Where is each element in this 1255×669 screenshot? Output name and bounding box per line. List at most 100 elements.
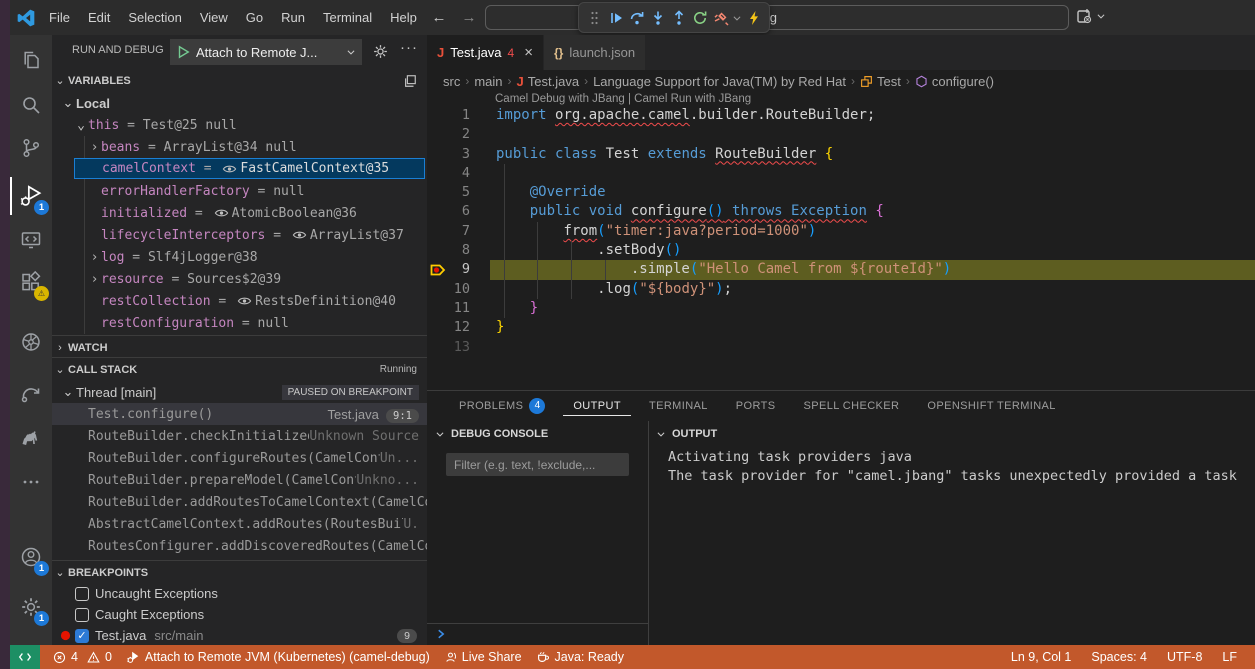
panel-tab-problems[interactable]: PROBLEMS4	[449, 394, 555, 418]
activity-extensions-icon[interactable]: ⚠	[10, 265, 52, 299]
menu-selection[interactable]: Selection	[119, 10, 190, 25]
thread-row[interactable]: ⌄Thread [main] PAUSED ON BREAKPOINT	[52, 381, 427, 403]
codelens-actions[interactable]: Camel Debug with JBang | Camel Run with …	[495, 93, 751, 105]
stack-frame-row[interactable]: Test.configure()Test.java 9:1	[52, 403, 427, 425]
debug-target-status[interactable]: Attach to Remote JVM (Kubernetes) (camel…	[119, 645, 437, 669]
launch-config-dropdown[interactable]: Attach to Remote J...	[170, 39, 362, 65]
activity-kubernetes-icon[interactable]	[10, 325, 52, 359]
cursor-position[interactable]: Ln 9, Col 1	[1001, 645, 1081, 669]
activity-more-icon[interactable]	[10, 465, 52, 499]
hot-code-replace-button[interactable]	[743, 5, 764, 31]
indentation-setting[interactable]: Spaces: 4	[1081, 645, 1157, 669]
restart-button[interactable]	[689, 5, 710, 31]
code-line-7[interactable]: 7 from("timer:java?period=1000")	[427, 222, 1255, 241]
panel-tab-output[interactable]: OUTPUT	[563, 396, 631, 416]
code-area[interactable]: 1import org.apache.camel.builder.RouteBu…	[427, 106, 1255, 357]
code-line-1[interactable]: 1import org.apache.camel.builder.RouteBu…	[427, 106, 1255, 125]
debug-console-title[interactable]: DEBUG CONSOLE	[451, 428, 548, 440]
remote-indicator[interactable]	[10, 645, 40, 669]
lazy-eval-eye-icon[interactable]	[237, 295, 252, 307]
command-center[interactable]: ebug	[485, 5, 1069, 30]
breadcrumb-item[interactable]: main	[474, 74, 502, 89]
menu-edit[interactable]: Edit	[79, 10, 119, 25]
editor-tab-launch-json[interactable]: {}launch.json	[544, 35, 646, 70]
code-line-12[interactable]: 12}	[427, 318, 1255, 337]
variables-scope-local[interactable]: ⌄Local	[52, 92, 427, 114]
collapse-all-icon[interactable]	[403, 74, 417, 88]
activity-search-icon[interactable]	[10, 88, 52, 122]
variable-row-beans[interactable]: ›beans = ArrayList@34 null	[52, 136, 427, 158]
menu-go[interactable]: Go	[237, 10, 272, 25]
code-line-10[interactable]: 10 .log("${body}");	[427, 280, 1255, 299]
debug-console-filter-input[interactable]	[446, 453, 629, 476]
variable-row-log[interactable]: ›log = Slf4jLogger@38	[52, 246, 427, 268]
views-more-actions-button[interactable]: ···	[400, 39, 418, 56]
activity-settings-icon[interactable]: 1	[10, 590, 52, 624]
nav-back-button[interactable]: ←	[428, 7, 450, 28]
variable-row-resource[interactable]: ›resource = Sources$2@39	[52, 268, 427, 290]
code-line-8[interactable]: 8 .setBody()	[427, 241, 1255, 260]
lazy-eval-eye-icon[interactable]	[292, 229, 307, 241]
breakpoint-checkbox[interactable]	[75, 608, 89, 622]
stack-frame-row[interactable]: RouteBuilder.configureRoutes(CamelContex…	[52, 447, 427, 469]
activity-openshift-icon[interactable]	[10, 376, 52, 410]
menu-help[interactable]: Help	[381, 10, 426, 25]
debug-settings-gear-icon[interactable]	[372, 43, 389, 60]
code-line-3[interactable]: 3public class Test extends RouteBuilder …	[427, 145, 1255, 164]
drag-grip-handle[interactable]	[584, 5, 605, 31]
panel-split-divider[interactable]	[648, 421, 649, 646]
activity-camel-icon[interactable]	[10, 420, 52, 454]
code-line-13[interactable]: 13	[427, 338, 1255, 357]
breakpoint-row[interactable]: ✓Test.javasrc/main9	[52, 625, 427, 645]
activity-run-and-debug-icon[interactable]: 1	[10, 179, 52, 213]
menu-view[interactable]: View	[191, 10, 237, 25]
panel-tab-openshift-terminal[interactable]: OPENSHIFT TERMINAL	[917, 396, 1065, 416]
breadcrumb[interactable]: src›main›JTest.java›Language Support for…	[427, 70, 1255, 92]
stack-frame-row[interactable]: RouteBuilder.checkInitialized()Unknown S…	[52, 425, 427, 447]
encoding-setting[interactable]: UTF-8	[1157, 645, 1212, 669]
step-into-button[interactable]	[647, 5, 668, 31]
code-line-5[interactable]: 5 @Override	[427, 183, 1255, 202]
continue-button[interactable]	[605, 5, 626, 31]
activity-accounts-icon[interactable]: 1	[10, 540, 52, 574]
code-line-6[interactable]: 6 public void configure() throws Excepti…	[427, 202, 1255, 221]
disconnect-dropdown-chevron-icon[interactable]	[731, 5, 743, 31]
breadcrumb-item[interactable]: Test	[860, 74, 901, 89]
panel-tab-ports[interactable]: PORTS	[726, 396, 786, 416]
code-line-4[interactable]: 4	[427, 164, 1255, 183]
breakpoint-row[interactable]: Caught Exceptions	[52, 604, 427, 625]
variable-row-restCollection[interactable]: restCollection = RestsDefinition@40	[52, 290, 427, 312]
variable-row-errorHandlerFactory[interactable]: errorHandlerFactory = null	[52, 180, 427, 202]
launch-profile-control[interactable]	[1075, 7, 1106, 25]
variable-row-initialized[interactable]: initialized = AtomicBoolean@36	[52, 202, 427, 224]
stack-frame-row[interactable]: RouteBuilder.addRoutesToCamelContext(Cam…	[52, 491, 427, 513]
code-line-11[interactable]: 11 }	[427, 299, 1255, 318]
stack-frame-row[interactable]: AbstractCamelContext.addRoutes(RoutesBui…	[52, 513, 427, 535]
close-tab-icon[interactable]: ×	[524, 44, 533, 61]
breadcrumb-item[interactable]: JTest.java	[517, 74, 580, 89]
console-prompt-icon[interactable]	[435, 628, 447, 640]
variable-row-this[interactable]: ⌄this = Test@25 null	[52, 114, 427, 136]
breakpoint-checkbox[interactable]	[75, 587, 89, 601]
start-debug-icon[interactable]	[176, 45, 190, 59]
call-stack-section-header[interactable]: ⌄CALL STACKRunning	[52, 359, 427, 380]
variables-section-header[interactable]: ⌄VARIABLES	[52, 70, 427, 91]
activity-remote-explorer-icon[interactable]	[10, 223, 52, 257]
problems-status[interactable]: 4 0	[46, 645, 119, 669]
menu-file[interactable]: File	[40, 10, 79, 25]
step-out-button[interactable]	[668, 5, 689, 31]
breadcrumb-item[interactable]: configure()	[915, 74, 994, 89]
breakpoints-section-header[interactable]: ⌄BREAKPOINTS	[52, 562, 427, 583]
chevron-down-icon[interactable]	[656, 429, 666, 439]
breakpoint-row[interactable]: Uncaught Exceptions	[52, 583, 427, 604]
breakpoint-checkbox[interactable]: ✓	[75, 629, 89, 643]
step-over-button[interactable]	[626, 5, 647, 31]
stack-frame-row[interactable]: RouteBuilder.prepareModel(CamelContext)U…	[52, 469, 427, 491]
breadcrumb-item[interactable]: src	[443, 74, 460, 89]
code-line-2[interactable]: 2	[427, 125, 1255, 144]
panel-tab-spell-checker[interactable]: SPELL CHECKER	[794, 396, 910, 416]
variable-row-lifecycleInterceptors[interactable]: lifecycleInterceptors = ArrayList@37	[52, 224, 427, 246]
java-status[interactable]: Java: Ready	[529, 645, 631, 669]
disconnect-button[interactable]	[710, 5, 731, 31]
lazy-eval-eye-icon[interactable]	[214, 207, 229, 219]
